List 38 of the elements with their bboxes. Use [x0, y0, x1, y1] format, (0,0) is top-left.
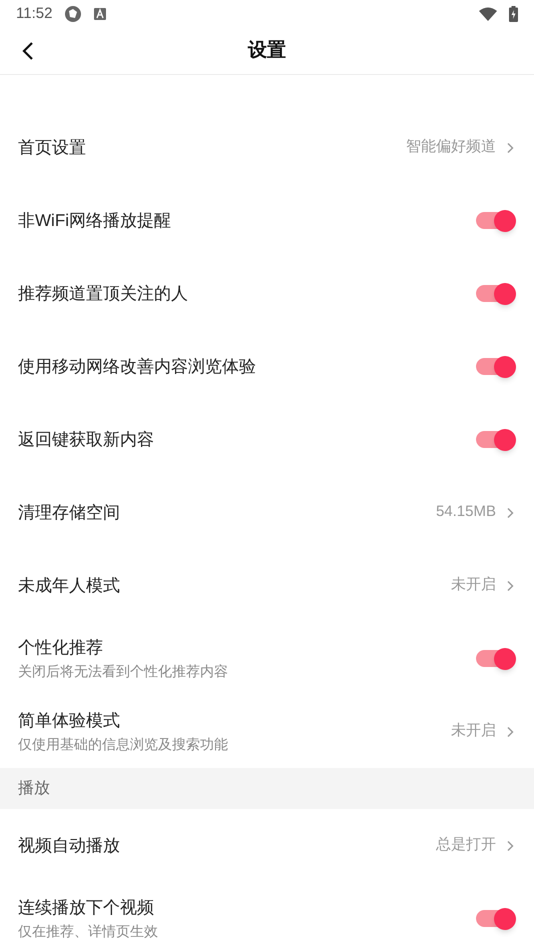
chevron-right-icon [506, 726, 514, 738]
setting-label: 视频自动播放 [18, 834, 121, 856]
setting-label: 使用移动网络改善内容浏览体验 [18, 356, 257, 378]
toggle-switch[interactable] [474, 906, 516, 930]
setting-label: 清理存储空间 [18, 502, 121, 524]
setting-label: 推荐频道置顶关注的人 [18, 282, 189, 304]
setting-value: 未开启 [451, 721, 496, 742]
toggle-switch[interactable] [474, 354, 516, 378]
back-icon [22, 41, 34, 61]
setting-description: 关闭后将无法看到个性化推荐内容 [18, 662, 229, 680]
aperture-icon [64, 5, 82, 23]
setting-label: 返回键获取新内容 [18, 428, 155, 450]
setting-label: 个性化推荐 [18, 636, 104, 658]
setting-description: 仅在推荐、详情页生效 [18, 922, 159, 940]
toggle-switch[interactable] [474, 208, 516, 232]
wifi-icon [479, 7, 497, 21]
setting-label: 首页设置 [18, 136, 87, 158]
setting-value: 智能偏好频道 [406, 137, 496, 158]
setting-value: 总是打开 [436, 835, 496, 856]
toggle-switch[interactable] [474, 282, 516, 306]
status-time: 11:52 [16, 4, 52, 24]
page-title: 设置 [246, 38, 287, 63]
setting-value: 未开启 [451, 575, 496, 596]
keyboard-a-icon [94, 8, 106, 20]
setting-description: 仅使用基础的信息浏览及搜索功能 [18, 734, 229, 754]
chevron-right-icon [506, 142, 514, 154]
setting-label: 非WiFi网络播放提醒 [18, 210, 172, 232]
toggle-switch[interactable] [474, 428, 516, 452]
setting-label: 未成年人模式 [18, 574, 121, 596]
chevron-right-icon [506, 580, 514, 592]
setting-label: 简单体验模式 [18, 710, 121, 732]
setting-label: 连续播放下个视频 [18, 896, 155, 918]
chevron-right-icon [506, 840, 514, 852]
battery-icon [509, 6, 518, 22]
toggle-switch[interactable] [474, 646, 516, 670]
chevron-right-icon [506, 506, 514, 518]
section-title: 播放 [18, 778, 50, 798]
setting-value: 54.15MB [436, 502, 496, 522]
